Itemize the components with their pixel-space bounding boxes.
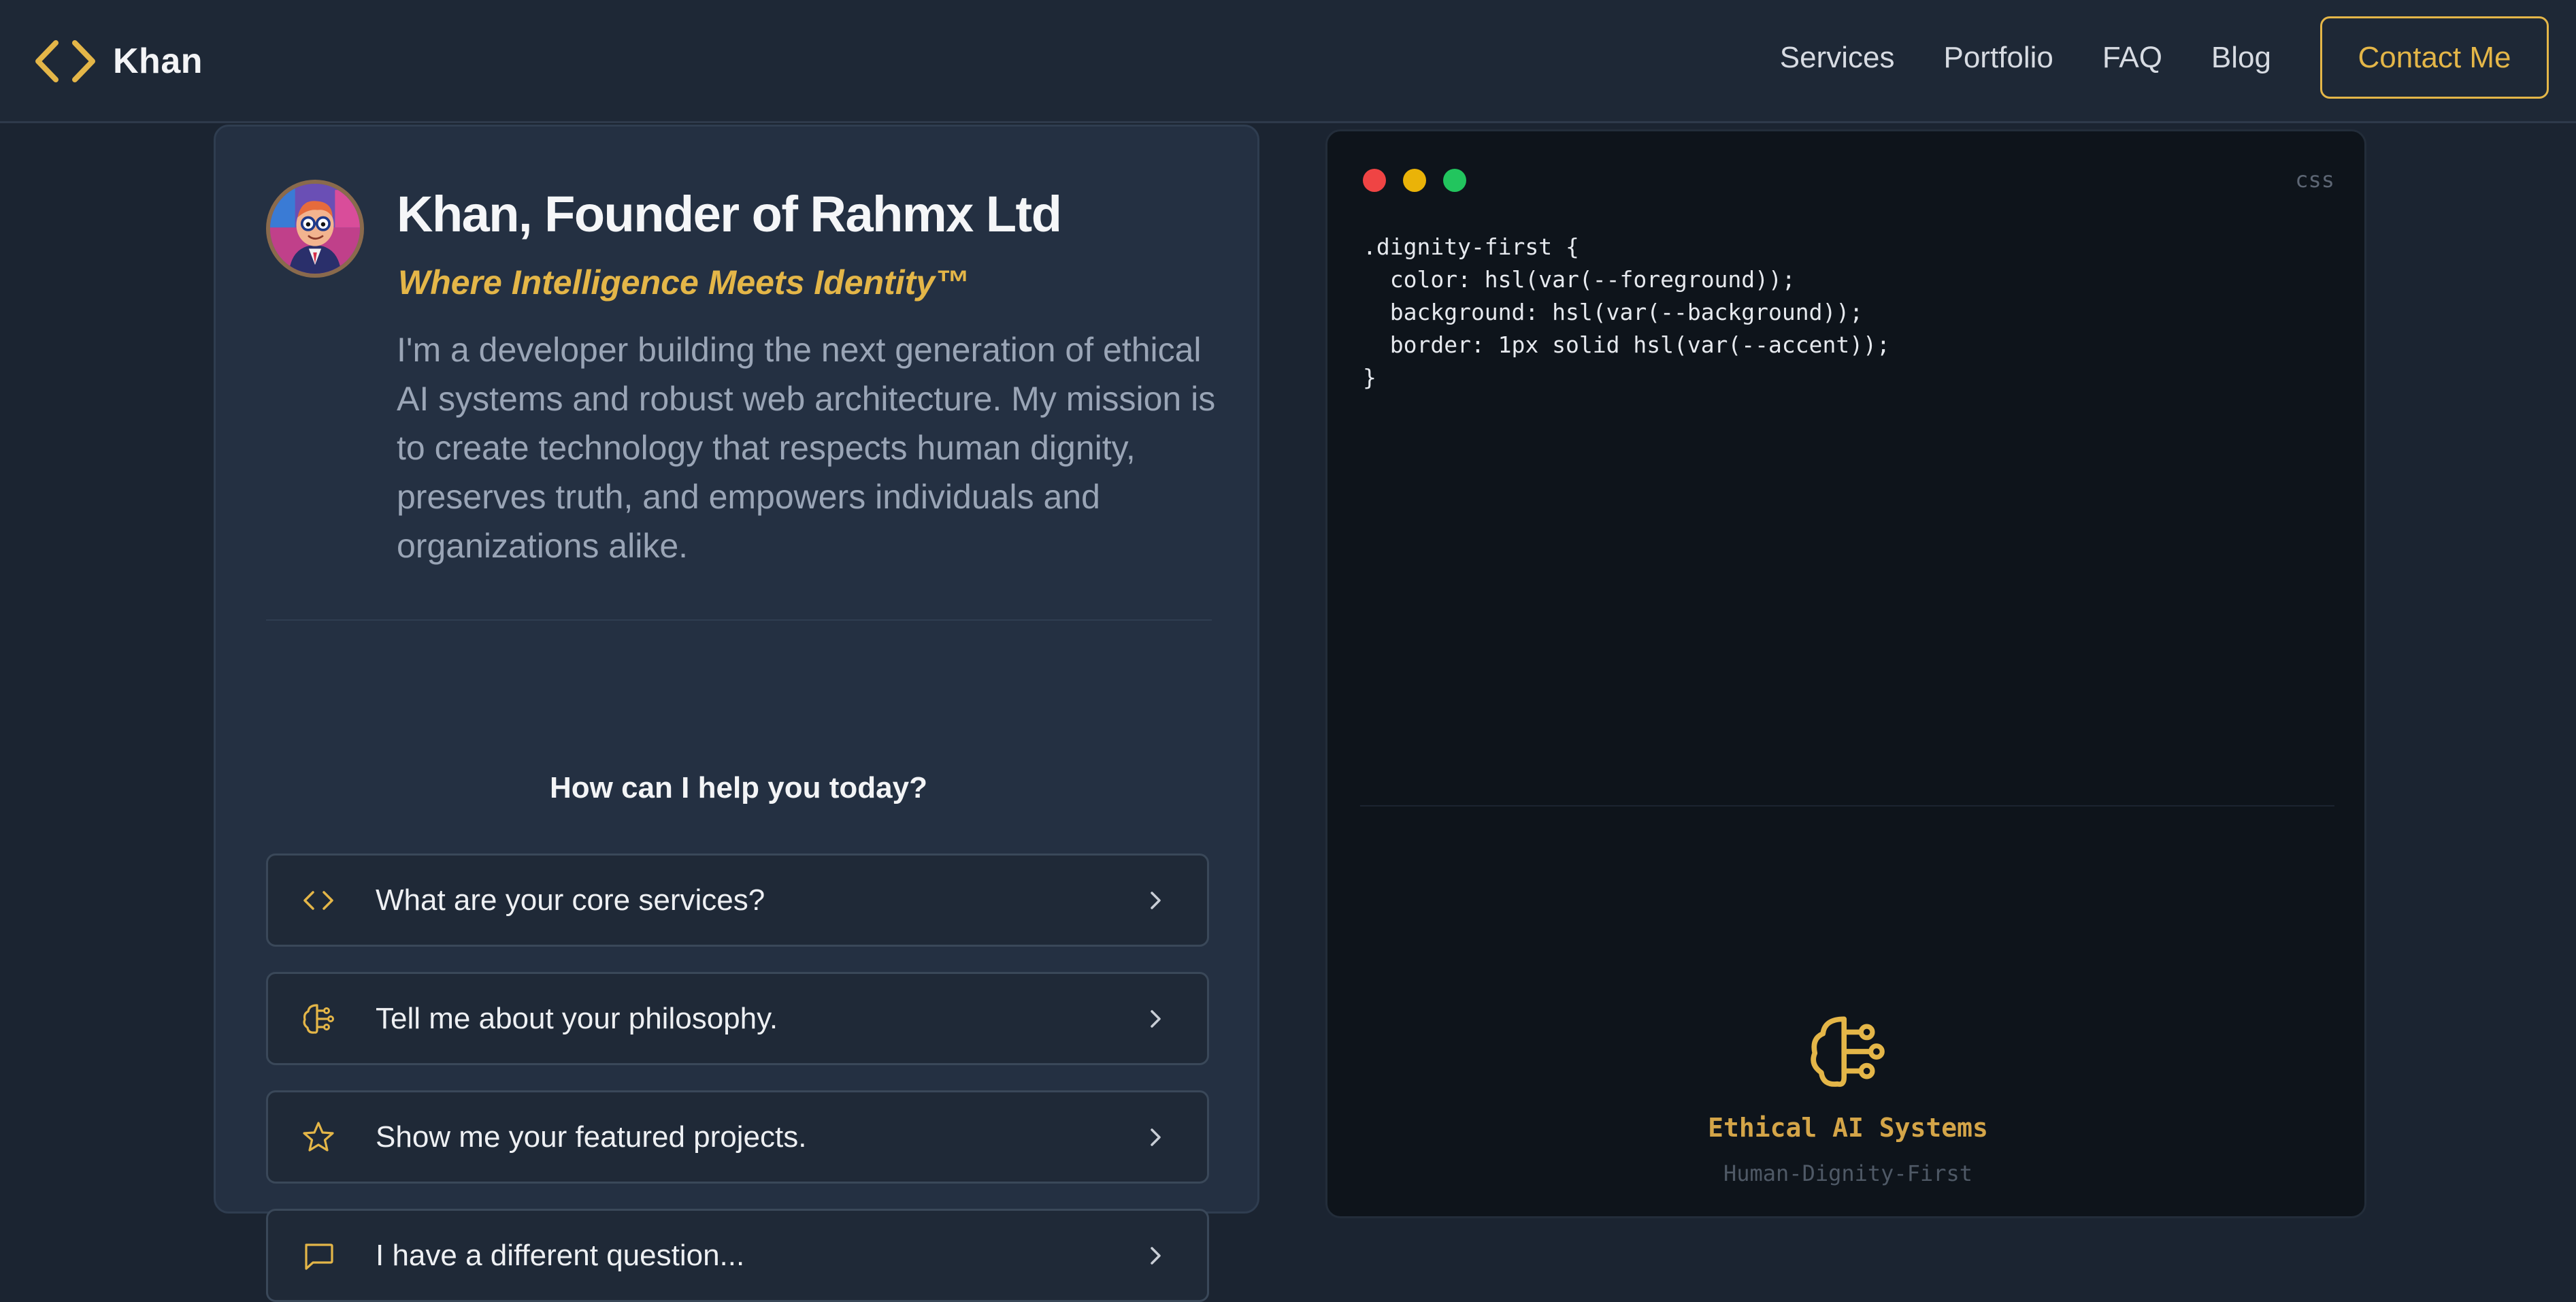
brain-icon (298, 998, 339, 1039)
section-divider (266, 619, 1212, 621)
avatar (266, 180, 364, 278)
chevron-right-icon (1142, 887, 1169, 914)
star-icon (298, 1117, 339, 1158)
question-label: Show me your featured projects. (376, 1120, 807, 1154)
brain-icon (1805, 1009, 1889, 1094)
window-maximize-dot (1443, 169, 1466, 192)
code-block: .dignity-first { color: hsl(var(--foregr… (1363, 231, 1890, 394)
editor-divider (1360, 805, 2334, 807)
question-label: I have a different question... (376, 1238, 745, 1272)
chevron-right-icon (1142, 1124, 1169, 1151)
top-navbar: Khan Services Portfolio FAQ Blog Contact… (0, 0, 2576, 123)
page-title: Khan, Founder of Rahmx Ltd (397, 186, 1062, 242)
window-minimize-dot (1403, 169, 1426, 192)
window-close-dot (1363, 169, 1386, 192)
code-line: background: hsl(var(--background)); (1363, 299, 1864, 325)
intro-paragraph: I'm a developer building the next genera… (397, 331, 1216, 565)
brand-logo-link[interactable]: Khan (33, 34, 203, 88)
nav-link-services[interactable]: Services (1780, 41, 1895, 75)
contact-me-button[interactable]: Contact Me (2320, 16, 2549, 99)
brand-name: Khan (113, 42, 203, 81)
question-core-services[interactable]: What are your core services? (266, 853, 1209, 947)
feature-title: Ethical AI Systems (1708, 1113, 1988, 1143)
question-label: What are your core services? (376, 883, 765, 917)
question-featured-projects[interactable]: Show me your featured projects. (266, 1090, 1209, 1184)
main-nav: Services Portfolio FAQ Blog Contact Me (1780, 16, 2549, 99)
code-line: border: 1px solid hsl(var(--accent)); (1363, 331, 1890, 358)
question-philosophy[interactable]: Tell me about your philosophy. (266, 972, 1209, 1065)
nav-link-blog[interactable]: Blog (2211, 41, 2271, 75)
help-heading: How can I help you today? (550, 771, 927, 804)
intro-card: Khan, Founder of Rahmx Ltd Where Intelli… (214, 125, 1259, 1302)
avatar-illustration-icon (270, 184, 360, 274)
chevron-right-icon (1142, 1005, 1169, 1032)
code-brackets-icon (35, 40, 95, 82)
code-line: .dignity-first { (1363, 233, 1579, 260)
code-editor-window: css .dignity-first { color: hsl(var(--fo… (1325, 129, 2366, 1218)
question-different[interactable]: I have a different question... (266, 1209, 1209, 1302)
code-line: } (1363, 364, 1376, 391)
feature-subtitle: Human-Dignity-First (1723, 1160, 1973, 1186)
code-line: color: hsl(var(--foreground)); (1363, 266, 1796, 293)
tagline: Where Intelligence Meets Identity™ (398, 263, 970, 302)
question-label: Tell me about your philosophy. (376, 1001, 778, 1035)
nav-link-portfolio[interactable]: Portfolio (1943, 41, 2053, 75)
chevron-right-icon (1142, 1242, 1169, 1269)
message-icon (298, 1235, 339, 1276)
nav-link-faq[interactable]: FAQ (2102, 41, 2162, 75)
code-icon (298, 880, 339, 921)
code-language-label: css (2295, 167, 2334, 193)
